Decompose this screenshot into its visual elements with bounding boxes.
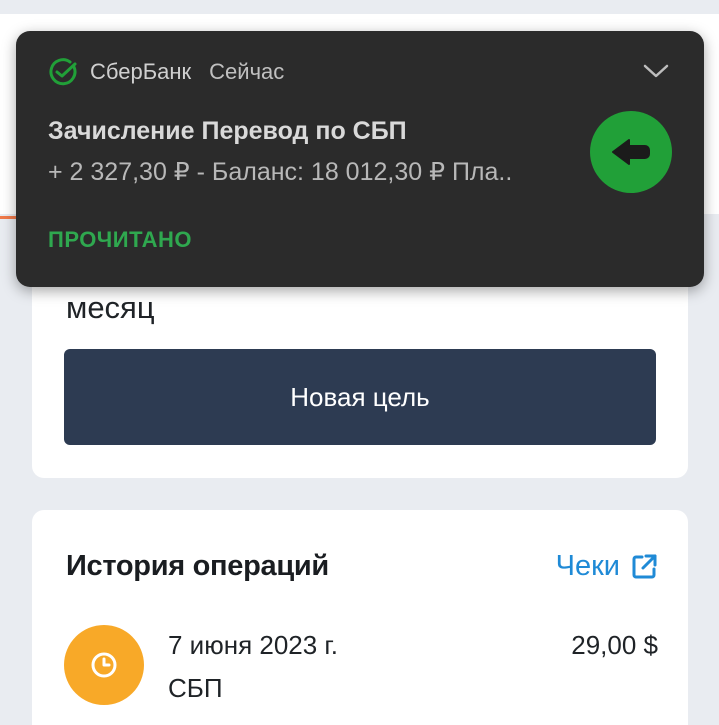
goal-text: месяц [66,290,155,325]
new-goal-button[interactable]: Новая цель [64,349,656,445]
mark-read-action[interactable]: ПРОЧИТАНО [48,227,192,253]
notification-card[interactable]: СберБанк Сейчас Зачисление Перевод по СБ… [16,31,704,287]
notification-title: Зачисление Перевод по СБП [48,117,407,145]
notification-header: СберБанк Сейчас [48,57,284,87]
history-card: История операций Чеки 7 июня 2023 г. СБП… [32,510,688,725]
history-title: История операций [66,550,329,582]
chevron-down-icon[interactable] [642,61,670,81]
clock-icon [91,652,117,678]
arrow-left-icon [612,139,650,165]
notification-app-name: СберБанк [90,59,192,84]
operation-date: 7 июня 2023 г. [168,630,338,660]
notification-body: + 2 327,30 ₽ - Баланс: 18 012,30 ₽ Пла.. [48,158,513,186]
operation-amount: 29,00 $ [571,630,658,660]
sber-logo-icon [48,57,78,87]
notification-time: Сейчас [209,59,285,84]
operation-type: СБП [168,673,223,703]
receipts-link[interactable]: Чеки [556,550,658,583]
external-link-icon [630,553,658,581]
notification-avatar [590,111,672,193]
operation-status-icon [64,625,144,705]
receipts-label: Чеки [555,550,620,582]
